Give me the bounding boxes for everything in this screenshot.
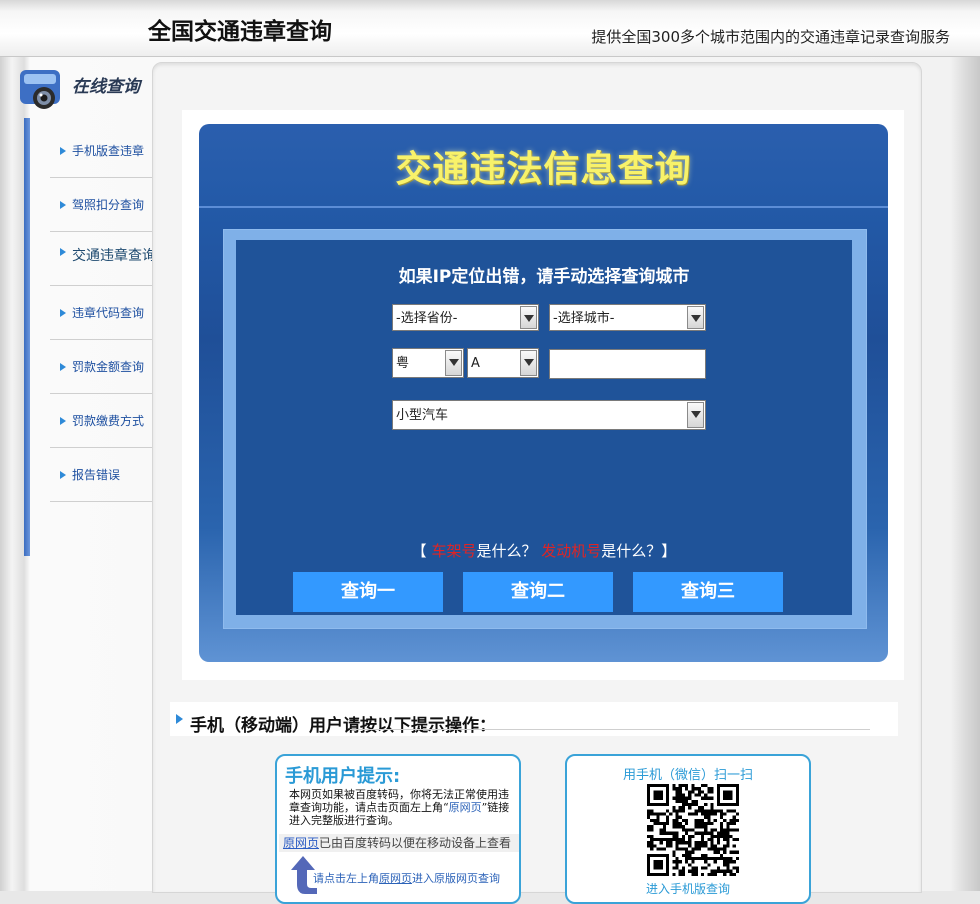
sidebar-item-label[interactable]: 交通违章查询 bbox=[72, 245, 156, 265]
sidebar-item-label[interactable]: 违章代码查询 bbox=[72, 304, 144, 321]
qr-card-footer[interactable]: 进入手机版查询 bbox=[567, 880, 809, 897]
help-links: 【 车架号是什么？ 发动机号是什么？】 bbox=[236, 540, 852, 561]
help-bracket-open: 【 bbox=[411, 542, 427, 560]
mobile-tip-card: 手机用户提示: 本网页如果被百度转码，你将无法正常使用违章查询功能，请点击页面左… bbox=[275, 754, 521, 904]
city-select[interactable]: -选择城市- bbox=[549, 304, 706, 331]
vin-question: 是什么？ bbox=[476, 542, 537, 560]
sidebar-item-label[interactable]: 报告错误 bbox=[72, 466, 120, 483]
chevron-down-icon[interactable] bbox=[445, 350, 462, 376]
sidebar-item-violation-code[interactable]: 违章代码查询 bbox=[50, 286, 152, 340]
site-subtitle: 提供全国300多个城市范围内的交通违章记录查询服务 bbox=[591, 28, 950, 46]
transcode-text: 已由百度转码以便在移动设备上查看 bbox=[319, 836, 512, 850]
tip-text: 进入原版网页查询 bbox=[412, 872, 500, 885]
plate-prefix-select[interactable]: 粤 bbox=[392, 348, 464, 378]
qr-code-image bbox=[647, 784, 739, 876]
chevron-down-icon[interactable] bbox=[520, 350, 537, 376]
city-hint: 如果IP定位出错，请手动选择查询城市 bbox=[398, 267, 690, 287]
query-button-2[interactable]: 查询二 bbox=[463, 572, 613, 612]
query-title: 交通违法信息查询 bbox=[395, 149, 692, 190]
vehicle-type-select[interactable]: 小型汽车 bbox=[392, 400, 706, 430]
camera-icon bbox=[20, 70, 60, 109]
original-page-link[interactable]: 原网页 bbox=[449, 801, 482, 814]
sidebar-item-traffic-violation[interactable]: 交通违章查询 bbox=[50, 232, 156, 286]
query-button-1[interactable]: 查询一 bbox=[293, 572, 443, 612]
sidebar-item-label[interactable]: 罚款缴费方式 bbox=[72, 412, 144, 429]
qr-card-title: 用手机（微信）扫一扫 bbox=[622, 768, 753, 783]
sidebar-heading: 在线查询 bbox=[72, 77, 140, 97]
engine-number-link[interactable]: 发动机号 bbox=[541, 542, 601, 560]
site-title: 全国交通违章查询 bbox=[148, 19, 332, 45]
triangle-right-icon bbox=[60, 363, 66, 371]
chevron-down-icon[interactable] bbox=[687, 306, 704, 329]
tip-card-footer: 请点击左上角原网页进入原版网页查询 bbox=[313, 870, 500, 886]
original-page-link[interactable]: 原网页 bbox=[379, 872, 412, 885]
triangle-right-icon bbox=[176, 714, 183, 724]
sidebar-item-payment[interactable]: 罚款缴费方式 bbox=[50, 394, 152, 448]
tip-card-body: 本网页如果被百度转码，你将无法正常使用违章查询功能，请点击页面左上角“原网页”链… bbox=[289, 788, 517, 827]
chevron-down-icon[interactable] bbox=[520, 306, 537, 329]
city-select-value: -选择城市- bbox=[553, 311, 615, 326]
triangle-right-icon bbox=[60, 201, 66, 209]
plate-letter-value: A bbox=[471, 356, 480, 371]
triangle-right-icon bbox=[60, 309, 66, 317]
divider bbox=[350, 729, 870, 730]
province-select[interactable]: -选择省份- bbox=[392, 304, 539, 331]
plate-prefix-value: 粤 bbox=[396, 356, 410, 371]
sidebar-menu: 手机版查违章 驾照扣分查询 交通违章查询 违章代码查询 罚款金额查询 罚款缴费方… bbox=[50, 124, 156, 502]
original-page-link[interactable]: 原网页 bbox=[283, 836, 319, 850]
query-button-3[interactable]: 查询三 bbox=[633, 572, 783, 612]
transcode-bar: 原网页已由百度转码以便在移动设备上查看 bbox=[279, 834, 519, 852]
sidebar-item-license-points[interactable]: 驾照扣分查询 bbox=[50, 178, 152, 232]
sidebar-header: 在线查询 bbox=[18, 60, 152, 116]
sidebar-item-fine-amount[interactable]: 罚款金额查询 bbox=[50, 340, 152, 394]
vin-link[interactable]: 车架号 bbox=[431, 542, 476, 560]
sidebar-accent-bar bbox=[24, 118, 30, 556]
sidebar: 在线查询 手机版查违章 驾照扣分查询 交通违章查询 违章代码查询 罚款金额查询 … bbox=[20, 60, 156, 556]
plate-number-input[interactable] bbox=[549, 349, 706, 379]
triangle-right-icon bbox=[60, 417, 66, 425]
sidebar-item-label[interactable]: 手机版查违章 bbox=[72, 142, 144, 159]
divider bbox=[199, 206, 888, 208]
tip-text: 请点击左上角 bbox=[313, 872, 379, 885]
triangle-right-icon bbox=[60, 248, 66, 256]
tip-card-title: 手机用户提示: bbox=[285, 766, 401, 787]
triangle-right-icon bbox=[60, 471, 66, 479]
mobile-section-header: 手机（移动端）用户请按以下提示操作： bbox=[170, 702, 898, 736]
sidebar-item-label[interactable]: 罚款金额查询 bbox=[72, 358, 144, 375]
chevron-down-icon[interactable] bbox=[687, 402, 704, 428]
plate-letter-select[interactable]: A bbox=[467, 348, 539, 378]
sidebar-item-mobile[interactable]: 手机版查违章 bbox=[50, 124, 152, 178]
engine-question: 是什么？】 bbox=[601, 542, 677, 560]
qr-card: 用手机（微信）扫一扫 进入手机版查询 bbox=[565, 754, 811, 904]
sidebar-item-label[interactable]: 驾照扣分查询 bbox=[72, 196, 144, 213]
triangle-right-icon bbox=[60, 147, 66, 155]
header-bar: 全国交通违章查询 提供全国300多个城市范围内的交通违章记录查询服务 bbox=[0, 0, 980, 57]
mobile-section-title: 手机（移动端）用户请按以下提示操作： bbox=[190, 716, 496, 736]
province-select-value: -选择省份- bbox=[396, 311, 458, 326]
sidebar-item-report-error[interactable]: 报告错误 bbox=[50, 448, 152, 502]
vehicle-type-value: 小型汽车 bbox=[396, 408, 449, 423]
